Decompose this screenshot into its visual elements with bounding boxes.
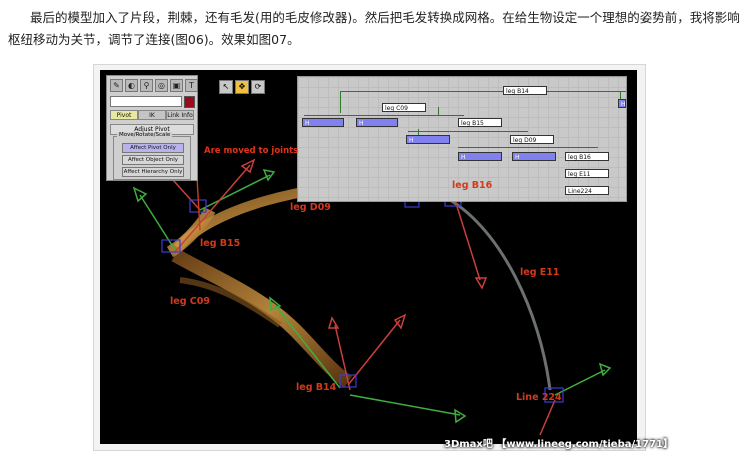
schematic-link	[458, 147, 598, 148]
schematic-node-helper[interactable]: H	[356, 118, 398, 127]
branch-c09	[171, 248, 353, 388]
schematic-link	[304, 115, 464, 116]
watermark: 3Dmax吧 【www.lineeg.com/tieba/1771】	[444, 439, 673, 450]
schematic-link	[340, 91, 626, 92]
tab-link-info[interactable]: Link Info	[166, 110, 194, 120]
schematic-node-leg-b15[interactable]: leg B15	[458, 118, 502, 127]
label-line-224: Line 224	[516, 392, 562, 403]
move-icon[interactable]: ✥	[235, 80, 249, 94]
tab-ik[interactable]: IK	[138, 110, 166, 120]
branch-e11	[449, 198, 552, 391]
display-icon[interactable]: ▣	[170, 79, 183, 92]
rotate-icon[interactable]: ⟳	[251, 80, 265, 94]
label-leg-b14: leg B14	[296, 382, 337, 393]
affect-object-only-button[interactable]: Affect Object Only	[122, 155, 184, 165]
tab-pivot[interactable]: Pivot	[110, 110, 138, 120]
label-leg-b16: leg B16	[452, 180, 493, 191]
max-viewport[interactable]: ✎ ◐ ⚲ ◎ ▣ T Pivot IK Link Info Adjust Pi…	[100, 70, 637, 444]
label-leg-c09: leg C09	[170, 296, 210, 307]
select-arrow-icon[interactable]: ↖	[219, 80, 233, 94]
hierarchy-icon[interactable]: ⚲	[140, 79, 153, 92]
affect-hierarchy-only-button[interactable]: Affect Hierarchy Only	[122, 167, 184, 177]
schematic-node-helper[interactable]: H	[406, 135, 450, 144]
label-leg-e11: leg E11	[520, 267, 560, 278]
move-rotate-scale-group: Move/Rotate/Scale Affect Pivot Only Affe…	[113, 132, 191, 180]
affect-pivot-only-button[interactable]: Affect Pivot Only	[122, 143, 184, 153]
schematic-node-line224[interactable]: Line224	[565, 186, 609, 195]
object-name-field[interactable]	[110, 96, 182, 107]
schematic-node-leg-b14[interactable]: leg B14	[503, 86, 547, 95]
transform-toolbar: ↖ ✥ ⟳	[219, 80, 265, 94]
schematic-node-leg-d09[interactable]: leg D09	[510, 135, 554, 144]
utilities-icon[interactable]: T	[185, 79, 198, 92]
label-leg-b15: leg B15	[200, 238, 241, 249]
command-panel-tabs-icons: ✎ ◐ ⚲ ◎ ▣ T	[110, 79, 198, 92]
group-title: Move/Rotate/Scale	[117, 132, 173, 138]
motion-icon[interactable]: ◎	[155, 79, 168, 92]
schematic-node-helper[interactable]: H	[618, 99, 626, 108]
schematic-node-helper[interactable]: H	[458, 152, 502, 161]
schematic-link	[408, 131, 528, 132]
schematic-node-leg-b16[interactable]: leg B16	[565, 152, 609, 161]
modify-icon[interactable]: ◐	[125, 79, 138, 92]
schematic-link	[340, 91, 341, 113]
object-color-swatch[interactable]	[184, 96, 195, 108]
schematic-node-helper[interactable]: H	[302, 118, 344, 127]
schematic-node-helper[interactable]: H	[512, 152, 556, 161]
command-panel: ✎ ◐ ⚲ ◎ ▣ T Pivot IK Link Info Adjust Pi…	[106, 75, 198, 181]
label-leg-d09: leg D09	[290, 202, 331, 213]
annotation-moved-to-joints: Are moved to joints	[204, 146, 299, 156]
create-icon[interactable]: ✎	[110, 79, 123, 92]
schematic-node-leg-c09[interactable]: leg C09	[382, 103, 426, 112]
gizmo-blue	[161, 193, 564, 403]
hierarchy-tabs: Pivot IK Link Info	[110, 110, 194, 120]
schematic-node-leg-e11[interactable]: leg E11	[565, 169, 609, 178]
article-paragraph: 最后的模型加入了片段，荆棘，还有毛发(用的毛皮修改器)。然后把毛发转换成网格。在…	[8, 10, 740, 47]
schematic-link	[438, 107, 439, 115]
